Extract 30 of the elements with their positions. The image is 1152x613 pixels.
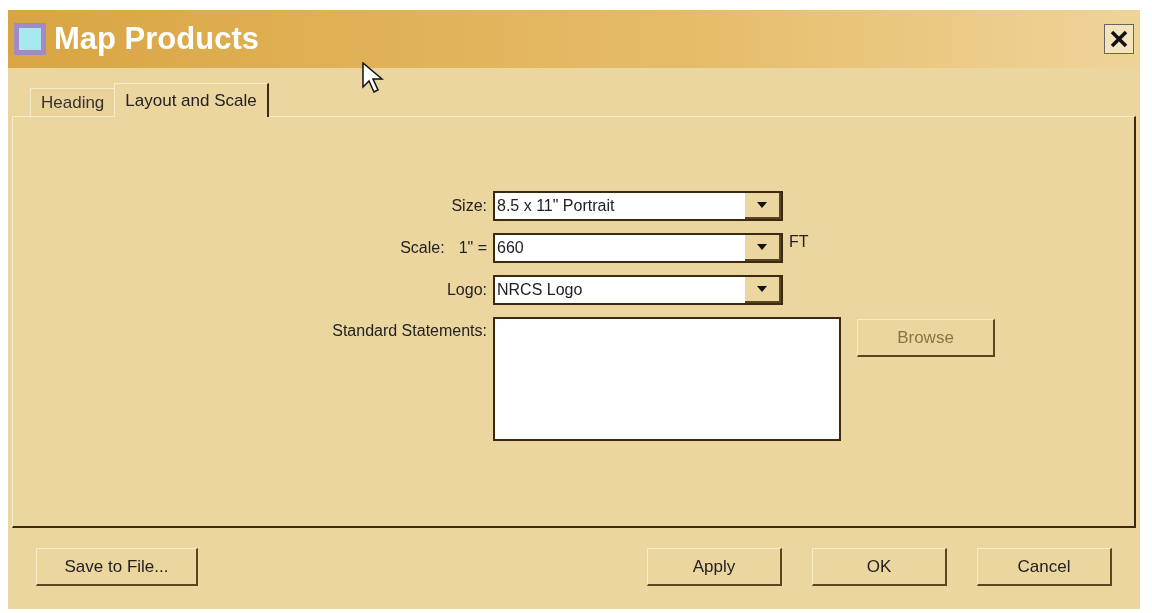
caret-icon (757, 286, 767, 292)
field-label: Size: (451, 196, 487, 216)
field-label: 1" = (458, 238, 487, 258)
close-button[interactable] (1104, 24, 1134, 54)
dropdown[interactable]: NRCS Logo (493, 275, 783, 305)
close-icon (1109, 29, 1129, 49)
dropdown-button[interactable] (745, 193, 781, 219)
field-label: Standard Statements: (332, 321, 487, 341)
tab[interactable]: Heading (30, 88, 115, 116)
caret-icon (757, 244, 767, 250)
save-button[interactable]: Save to File... (36, 548, 198, 586)
window-title: Map Products (54, 19, 259, 58)
dropdown-button[interactable] (745, 235, 781, 261)
dropdown[interactable]: 8.5 x 11" Portrait (493, 191, 783, 221)
unit-label: FT (789, 233, 809, 250)
dialog-button[interactable]: OK (812, 548, 947, 586)
cursor-icon (362, 62, 384, 94)
dialog-button[interactable]: Cancel (977, 548, 1112, 586)
field-label: Scale: (400, 238, 445, 258)
dialog-button[interactable]: Apply (647, 548, 782, 586)
dropdown-value: NRCS Logo (496, 280, 584, 300)
statements-field[interactable] (493, 317, 841, 441)
dropdown[interactable]: 660 (493, 233, 783, 263)
tab[interactable]: Layout and Scale (114, 83, 269, 117)
dropdown-button[interactable] (745, 277, 781, 303)
field-label: Logo: (446, 280, 487, 300)
caret-icon (757, 202, 767, 208)
window-icon (14, 23, 46, 55)
dropdown-value: 660 (496, 238, 525, 258)
dropdown-value: 8.5 x 11" Portrait (496, 196, 616, 216)
